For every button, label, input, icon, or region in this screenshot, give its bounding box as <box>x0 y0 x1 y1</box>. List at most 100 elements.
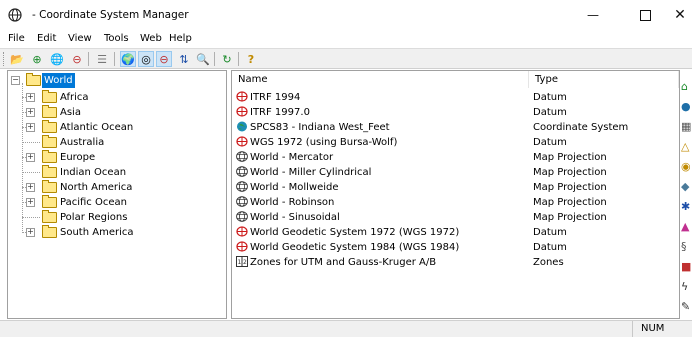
open-folder-button[interactable]: 📂 <box>9 51 25 67</box>
delete-button[interactable]: ⊖ <box>69 51 85 67</box>
list-item-type: Map Projection <box>533 182 607 193</box>
tree-item-south-america[interactable]: + South America <box>8 225 208 240</box>
tree-item-europe[interactable]: + Europe <box>8 150 208 165</box>
coordinate-system-list[interactable]: Name Type ITRF 1994 Datum ITRF 1997.0 Datum… <box>231 70 680 319</box>
datum-icon <box>236 241 248 252</box>
list-item[interactable]: World - Robinson Map Projection <box>232 195 679 210</box>
column-header-name[interactable]: Name <box>232 71 529 88</box>
list-item[interactable]: World - Miller Cylindrical Map Projection <box>232 165 679 180</box>
expand-icon[interactable]: + <box>26 198 35 207</box>
folder-icon <box>42 150 57 163</box>
list-item-name: 1 2 Zones for UTM and Gauss-Kruger A/B <box>236 255 436 270</box>
expand-icon[interactable]: + <box>26 108 35 117</box>
list-item[interactable]: 1 2 Zones for UTM and Gauss-Kruger A/B Zone… <box>232 255 679 270</box>
tree-item-label: Asia <box>60 107 81 118</box>
side-triangle-icon[interactable]: ▲ <box>681 220 692 233</box>
side-up-icon[interactable]: ⌂ <box>681 80 692 93</box>
list-item-type: Datum <box>533 227 567 238</box>
geographic-view-button[interactable]: 🌍 <box>120 51 136 67</box>
tree-item-asia[interactable]: + Asia <box>8 105 208 120</box>
find-button[interactable]: 🔍 <box>195 51 211 67</box>
list-item[interactable]: World - Mollweide Map Projection <box>232 180 679 195</box>
side-pen-icon[interactable]: ✎ <box>681 300 692 313</box>
column-header-type[interactable]: Type <box>529 71 679 88</box>
list-item-name: World - Mercator <box>236 150 333 165</box>
menu-tools[interactable]: Tools <box>104 33 129 44</box>
tree-item-atlantic-ocean[interactable]: + Atlantic Ocean <box>8 120 208 135</box>
tree-item-pacific-ocean[interactable]: + Pacific Ocean <box>8 195 208 210</box>
tree-item-indian-ocean[interactable]: Indian Ocean <box>8 165 208 180</box>
svg-text:2: 2 <box>243 259 247 266</box>
expand-icon[interactable]: + <box>26 228 35 237</box>
list-item-name-text: World - Mercator <box>250 152 334 163</box>
menu-view[interactable]: View <box>68 33 92 44</box>
tree-item-label: North America <box>60 182 133 193</box>
tree-item-world[interactable]: − World <box>8 73 208 88</box>
side-gear-icon[interactable]: ✱ <box>681 200 692 213</box>
list-item[interactable]: ITRF 1994 Datum <box>232 90 679 105</box>
menu-file[interactable]: File <box>8 33 25 44</box>
list-item[interactable]: World - Sinusoidal Map Projection <box>232 210 679 225</box>
menu-web[interactable]: Web <box>140 33 162 44</box>
expand-icon[interactable]: + <box>26 93 35 102</box>
tree-item-africa[interactable]: + Africa <box>8 90 208 105</box>
properties-button[interactable]: ☰ <box>94 51 110 67</box>
add-projection-button[interactable]: 🌐 <box>49 51 65 67</box>
close-button[interactable]: ✕ <box>668 0 692 30</box>
list-item[interactable]: World Geodetic System 1972 (WGS 1972) Dat… <box>232 225 679 240</box>
folder-icon <box>42 90 57 103</box>
toolbar-separator <box>114 52 115 66</box>
side-link-icon[interactable]: § <box>681 240 692 253</box>
side-target-icon[interactable]: ◉ <box>681 160 692 173</box>
maximize-button[interactable] <box>622 0 668 30</box>
minimize-icon: — <box>587 8 599 22</box>
list-item-name: World Geodetic System 1984 (WGS 1984) <box>236 240 459 255</box>
tree-item-label: World <box>42 73 75 88</box>
title-bar: - Coordinate System Manager — ✕ <box>0 0 692 30</box>
side-flag-icon[interactable]: ■ <box>681 260 692 273</box>
side-warning-icon[interactable]: △ <box>681 140 692 153</box>
folder-icon <box>42 180 57 193</box>
minimize-button[interactable]: — <box>570 0 616 30</box>
side-grid-icon[interactable]: ▦ <box>681 120 692 133</box>
list-item-type: Map Projection <box>533 167 607 178</box>
tree-item-label: Europe <box>60 152 96 163</box>
region-tree[interactable]: − World + Africa + Asia + Atlantic Ocean… <box>7 70 227 319</box>
list-item[interactable]: WGS 1972 (using Bursa-Wolf) Datum <box>232 135 679 150</box>
list-item-type: Datum <box>533 137 567 148</box>
refresh-button[interactable]: ↻ <box>219 51 235 67</box>
expand-icon[interactable]: + <box>26 123 35 132</box>
list-item-type: Map Projection <box>533 197 607 208</box>
side-globe-icon[interactable]: ● <box>681 100 692 113</box>
side-bolt-icon[interactable]: ϟ <box>681 280 692 293</box>
expand-icon[interactable]: + <box>26 153 35 162</box>
menu-bar: File Edit View Tools Web Help <box>0 30 692 48</box>
sort-button[interactable]: ⇅ <box>176 51 192 67</box>
expand-icon[interactable]: + <box>26 183 35 192</box>
add-geographic-button[interactable]: ⊕ <box>29 51 45 67</box>
list-item[interactable]: World Geodetic System 1984 (WGS 1984) Dat… <box>232 240 679 255</box>
menu-help[interactable]: Help <box>169 33 192 44</box>
list-item[interactable]: SPCS83 - Indiana West_Feet Coordinate Sys… <box>232 120 679 135</box>
side-shield-icon[interactable]: ◆ <box>681 180 692 193</box>
folder-icon <box>42 225 57 238</box>
list-item-name-text: World - Mollweide <box>250 182 339 193</box>
list-item[interactable]: World - Mercator Map Projection <box>232 150 679 165</box>
projected-view-icon: ◎ <box>141 52 151 66</box>
tree-item-polar-regions[interactable]: Polar Regions <box>8 210 208 225</box>
tree-item-north-america[interactable]: + North America <box>8 180 208 195</box>
collapse-icon[interactable]: − <box>11 76 20 85</box>
list-item-name-text: World - Miller Cylindrical <box>250 167 372 178</box>
toolbar-grip[interactable] <box>3 52 6 66</box>
datum-view-button[interactable]: ⊖ <box>156 51 172 67</box>
datum-icon <box>236 136 248 147</box>
help-button[interactable]: ? <box>243 51 259 67</box>
tree-item-australia[interactable]: Australia <box>8 135 208 150</box>
delete-icon: ⊖ <box>72 52 82 66</box>
list-item-name: World - Robinson <box>236 195 334 210</box>
menu-edit[interactable]: Edit <box>37 33 56 44</box>
list-item[interactable]: ITRF 1997.0 Datum <box>232 105 679 120</box>
list-item-name: SPCS83 - Indiana West_Feet <box>236 120 390 135</box>
list-item-name: World Geodetic System 1972 (WGS 1972) <box>236 225 459 240</box>
projected-view-button[interactable]: ◎ <box>138 51 154 67</box>
